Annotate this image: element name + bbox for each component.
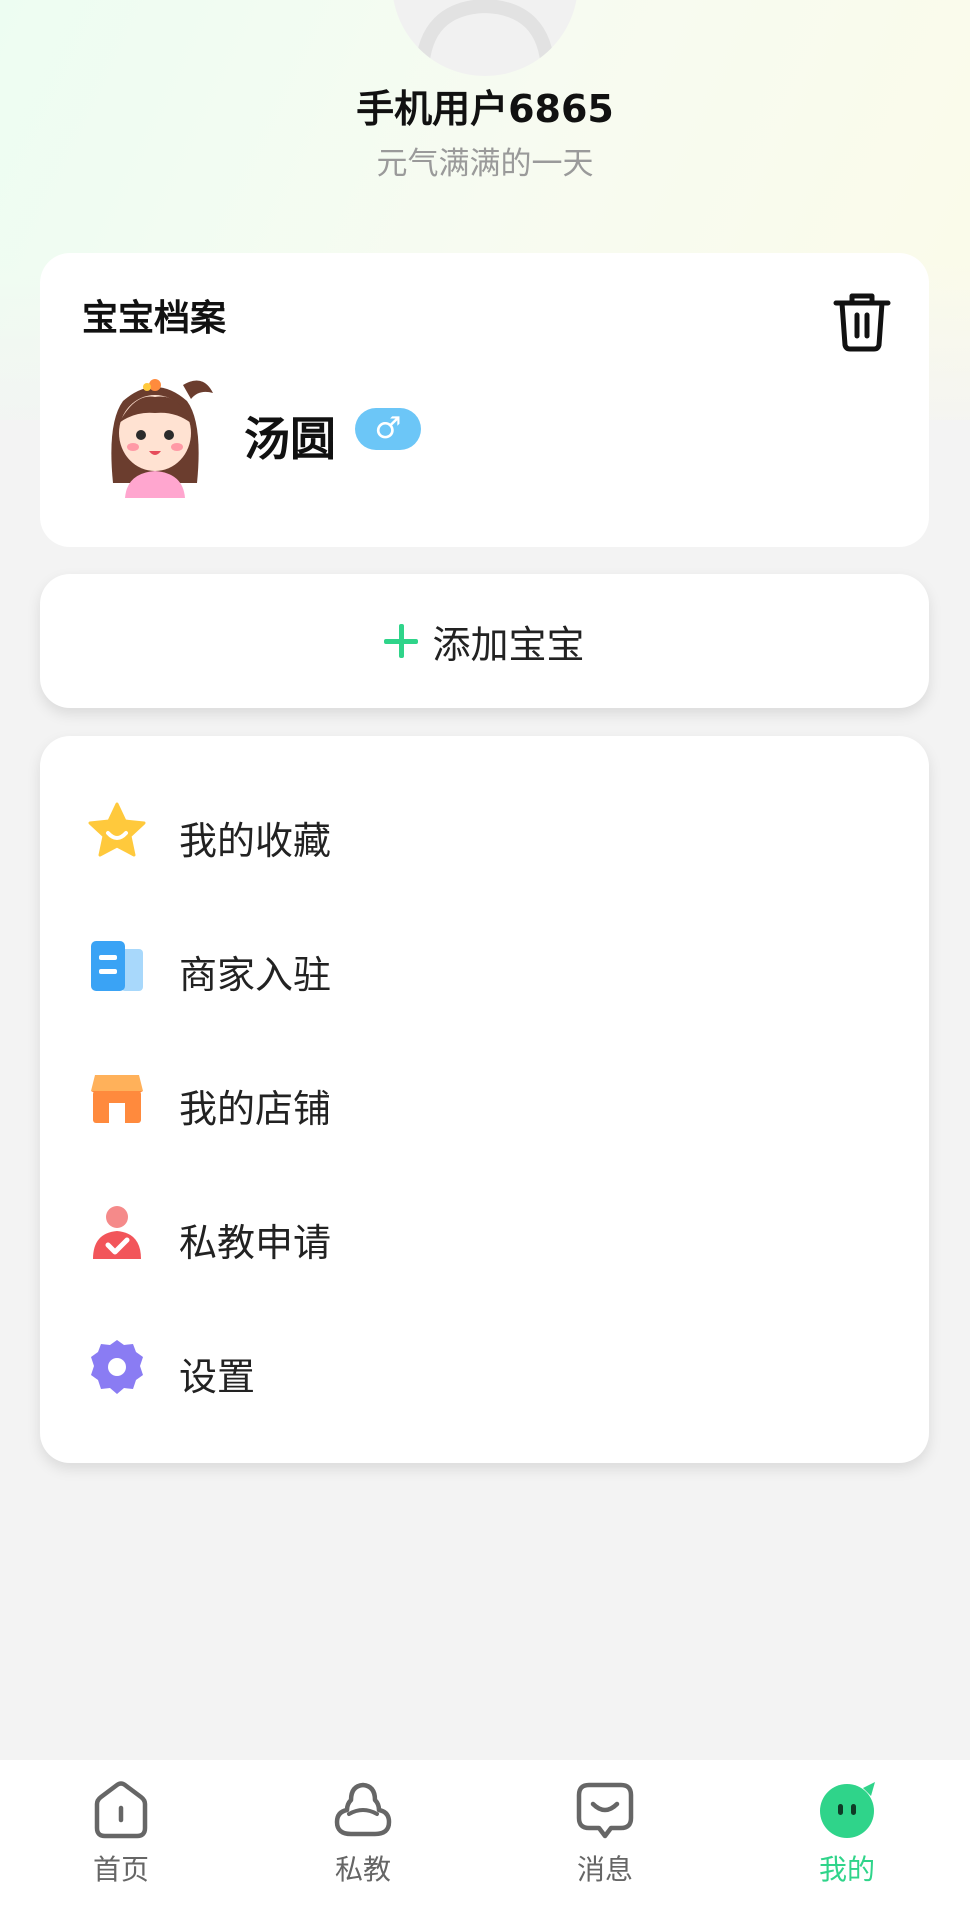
- user-motto: 元气满满的一天: [376, 146, 594, 182]
- baby-avatar[interactable]: [95, 363, 215, 498]
- menu-item-my-shop[interactable]: 我的店铺: [40, 1032, 929, 1166]
- tab-label: 私教: [334, 1853, 391, 1886]
- menu-item-merchant[interactable]: 商家入驻: [40, 898, 929, 1032]
- menu-item-settings[interactable]: 设置: [40, 1300, 929, 1434]
- gender-badge: ♂: [355, 408, 421, 450]
- default-user-avatar-icon: [415, 0, 555, 76]
- menu-item-label: 私教申请: [179, 1221, 332, 1265]
- message-icon: [575, 1780, 635, 1840]
- menu-item-label: 我的店铺: [179, 1087, 332, 1131]
- trash-icon: [833, 293, 891, 352]
- tab-messages[interactable]: 消息: [484, 1760, 726, 1920]
- tab-home[interactable]: 首页: [0, 1760, 242, 1920]
- user-avatar[interactable]: [392, 0, 578, 76]
- home-icon: [91, 1780, 151, 1840]
- add-baby-button[interactable]: 添加宝宝: [40, 574, 929, 708]
- plus-icon: [384, 624, 419, 658]
- cloud-icon: [333, 1780, 393, 1840]
- tab-label: 首页: [92, 1853, 149, 1886]
- tab-label: 消息: [576, 1853, 633, 1886]
- menu-card: 我的收藏 商家入驻 我的店铺 私教申请 设置: [40, 736, 929, 1463]
- menu-item-label: 商家入驻: [179, 953, 332, 997]
- add-baby-label: 添加宝宝: [432, 622, 585, 667]
- delete-baby-button[interactable]: [830, 289, 894, 353]
- shop-icon: [87, 1069, 147, 1129]
- menu-item-favorites[interactable]: 我的收藏: [40, 764, 929, 898]
- star-icon: [87, 801, 147, 861]
- baby-card-title: 宝宝档案: [82, 298, 227, 339]
- mascot-icon: [817, 1780, 877, 1840]
- tab-label: 我的: [818, 1853, 875, 1886]
- tab-mine[interactable]: 我的: [726, 1760, 968, 1920]
- tab-coach[interactable]: 私教: [242, 1760, 484, 1920]
- bottom-tab-bar: 首页 私教 消息 我的: [0, 1760, 970, 1920]
- baby-profile-card: 宝宝档案 汤圆 ♂: [40, 253, 929, 547]
- cartoon-girl-avatar-icon: [111, 379, 213, 498]
- person-check-icon: [87, 1203, 147, 1263]
- gear-icon: [87, 1337, 147, 1397]
- menu-item-label: 设置: [179, 1355, 256, 1399]
- user-name: 手机用户6865: [356, 87, 614, 131]
- building-icon: [87, 935, 147, 995]
- baby-name: 汤圆: [244, 412, 336, 466]
- menu-item-coach-apply[interactable]: 私教申请: [40, 1166, 929, 1300]
- menu-item-label: 我的收藏: [179, 819, 332, 863]
